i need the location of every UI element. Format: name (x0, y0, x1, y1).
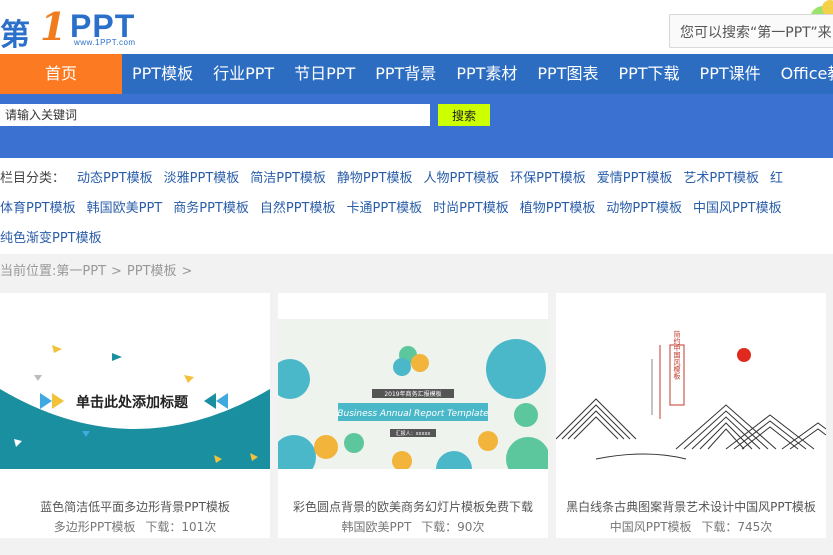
logo-cn: 第 (0, 18, 30, 53)
template-category[interactable]: 多边形PPT模板 (54, 520, 136, 534)
template-category[interactable]: 中国风PPT模板 (610, 520, 692, 534)
category-row: 体育PPT模板 韩国欧美PPT 商务PPT模板 自然PPT模板 卡通PPT模板 … (0, 194, 793, 224)
breadcrumb-separator: > (111, 264, 122, 279)
main-nav: 首页 PPT模板 行业PPT 节日PPT PPT背景 PPT素材 PPT图表 P… (0, 54, 833, 94)
template-meta: 多边形PPT模板 下载：101次 (0, 518, 270, 535)
category-link[interactable]: 体育PPT模板 (0, 194, 76, 224)
breadcrumb-separator: > (181, 264, 193, 279)
category-link[interactable]: 静物PPT模板 (337, 164, 413, 194)
template-thumbnail[interactable]: 简约中国风模板 (556, 319, 826, 469)
nav-item-ppt-material[interactable]: PPT素材 (446, 54, 527, 94)
category-link[interactable]: 艺术PPT模板 (683, 164, 759, 194)
search-button[interactable]: 搜索 (438, 104, 490, 126)
category-row: 栏目分类： 动态PPT模板 淡雅PPT模板 简洁PPT模板 静物PPT模板 人物… (0, 164, 794, 194)
logo-domain: www.1PPT.com (74, 38, 136, 47)
template-thumbnail[interactable]: 2019年商务汇报模板 Business Annual Report Templ… (278, 319, 548, 469)
thumbnail-graphic: 单击此处添加标题 (0, 319, 270, 469)
category-label: 栏目分类： (0, 171, 66, 186)
nav-item-ppt-template[interactable]: PPT模板 (122, 54, 203, 94)
nav-item-ppt-background[interactable]: PPT背景 (365, 54, 446, 94)
thumbnail-caption: 单击此处添加标题 (76, 394, 189, 411)
category-link[interactable]: 人物PPT模板 (424, 164, 500, 194)
category-link[interactable]: 商务PPT模板 (173, 194, 249, 224)
nav-item-festival-ppt[interactable]: 节日PPT (284, 54, 365, 94)
nav-item-ppt-chart[interactable]: PPT图表 (527, 54, 608, 94)
category-link[interactable]: 动物PPT模板 (606, 194, 682, 224)
template-title[interactable]: 彩色圆点背景的欧美商务幻灯片模板免费下载 (278, 498, 548, 515)
category-link[interactable]: 简洁PPT模板 (250, 164, 326, 194)
template-meta: 中国风PPT模板 下载：745次 (556, 518, 826, 535)
site-logo[interactable]: 第 1 PPT www.1PPT.com (0, 4, 170, 53)
nav-item-ppt-courseware[interactable]: PPT课件 (690, 54, 771, 94)
nav-home[interactable]: 首页 (0, 54, 122, 94)
template-thumbnail[interactable]: 单击此处添加标题 (0, 319, 270, 469)
template-title[interactable]: 蓝色简洁低平面多边形背景PPT模板 (0, 498, 270, 515)
category-link[interactable]: 时尚PPT模板 (433, 194, 509, 224)
top-search-text: 您可以搜索“第一PPT”来 (680, 25, 832, 41)
thumbnail-graphic: 2019年商务汇报模板 Business Annual Report Templ… (278, 319, 548, 469)
category-link[interactable]: 纯色渐变PPT模板 (0, 224, 102, 254)
category-link[interactable]: 环保PPT模板 (510, 164, 586, 194)
top-search-box[interactable]: 您可以搜索“第一PPT”来 (669, 14, 833, 48)
breadcrumb-section[interactable]: PPT模板 (127, 258, 177, 286)
search-band: 搜索 (0, 94, 833, 158)
category-link[interactable]: 红 (770, 164, 783, 194)
template-downloads: 下载：745次 (701, 520, 773, 534)
breadcrumb-home[interactable]: 第一PPT (56, 258, 106, 286)
category-link[interactable]: 卡通PPT模板 (347, 194, 423, 224)
nav-item-office-tutorial[interactable]: Office教程 (771, 54, 833, 94)
breadcrumb: 当前位置: 第一PPT > PPT模板 > (0, 258, 197, 286)
site-header: 第 1 PPT www.1PPT.com 您可以搜索“第一PPT”来 (0, 0, 833, 54)
template-downloads: 下载：101次 (145, 520, 217, 534)
template-card[interactable]: 单击此处添加标题 蓝色简洁低平面多边形背景PPT模板 多边形PPT模板 下载：1… (0, 293, 270, 538)
template-downloads: 下载：90次 (421, 520, 485, 534)
template-card[interactable]: 2019年商务汇报模板 Business Annual Report Templ… (278, 293, 548, 538)
thumbnail-graphic: 简约中国风模板 (556, 319, 826, 469)
nav-item-industry-ppt[interactable]: 行业PPT (203, 54, 284, 94)
template-title[interactable]: 黑白线条古典图案背景艺术设计中国风PPT模板 (556, 498, 826, 515)
category-row: 纯色渐变PPT模板 (0, 224, 113, 254)
nav-items: PPT模板 行业PPT 节日PPT PPT背景 PPT素材 PPT图表 PPT下… (122, 54, 833, 94)
category-link[interactable]: 淡雅PPT模板 (164, 164, 240, 194)
template-card[interactable]: 简约中国风模板 黑白线条古典图案背景艺术设计中国风PPT模板 中国风PPT模板 … (556, 293, 826, 538)
category-link[interactable]: 中国风PPT模板 (693, 194, 782, 224)
category-link[interactable]: 爱情PPT模板 (597, 164, 673, 194)
thumbnail-caption: 简约中国风模板 (673, 330, 681, 381)
category-link[interactable]: 自然PPT模板 (260, 194, 336, 224)
logo-one: 1 (40, 4, 67, 49)
page: 第 1 PPT www.1PPT.com 您可以搜索“第一PPT”来 首页 PP… (0, 0, 833, 555)
thumbnail-caption: Business Annual Report Template (337, 409, 489, 419)
template-meta: 韩国欧美PPT 下载：90次 (278, 518, 548, 535)
nav-item-ppt-download[interactable]: PPT下载 (608, 54, 689, 94)
thumbnail-presenter: 汇报人：xxxxx (396, 430, 431, 437)
category-link[interactable]: 动态PPT模板 (77, 164, 153, 194)
thumbnail-subtitle: 2019年商务汇报模板 (384, 390, 441, 398)
category-panel: 栏目分类： 动态PPT模板 淡雅PPT模板 简洁PPT模板 静物PPT模板 人物… (0, 158, 833, 254)
keyword-search-input[interactable] (0, 104, 430, 126)
category-link[interactable]: 植物PPT模板 (520, 194, 596, 224)
category-link[interactable]: 韩国欧美PPT (87, 194, 163, 224)
template-category[interactable]: 韩国欧美PPT (342, 520, 412, 534)
breadcrumb-prefix: 当前位置: (0, 264, 57, 279)
